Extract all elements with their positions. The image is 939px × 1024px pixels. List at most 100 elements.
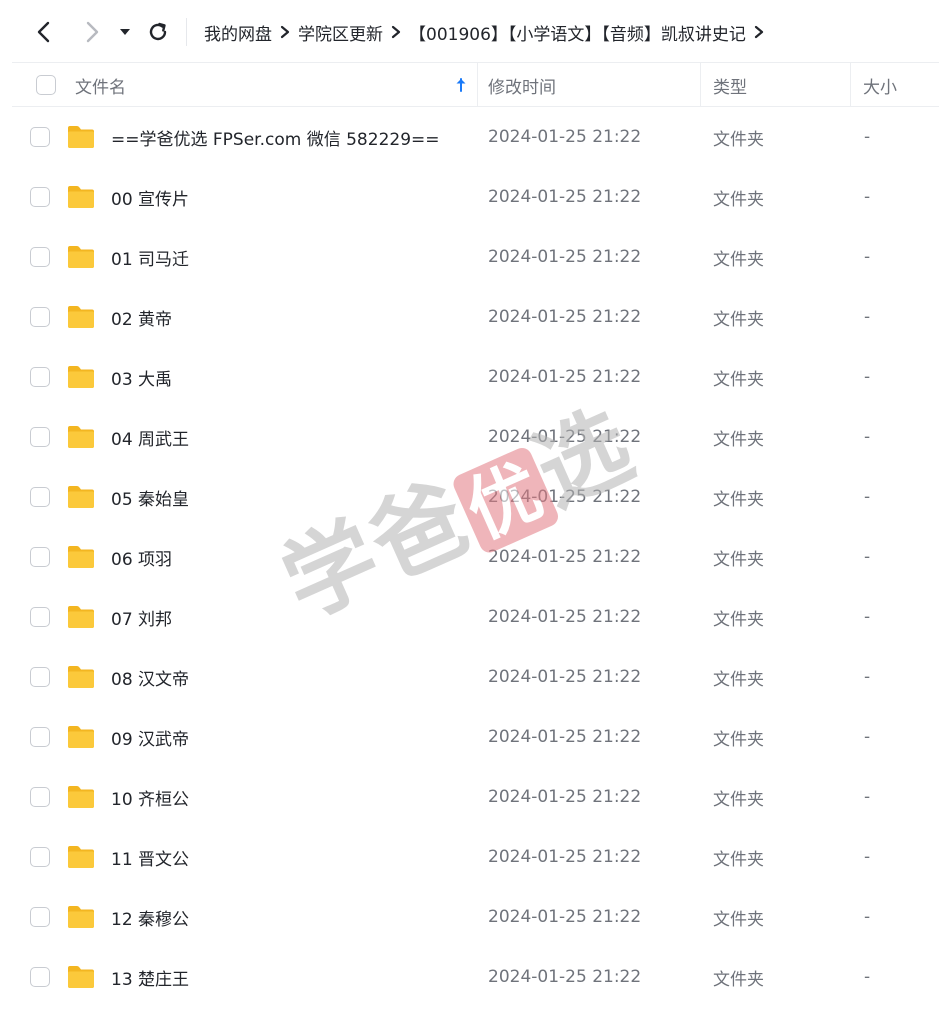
file-row[interactable]: 08 汉文帝 2024-01-25 21:22 文件夹 -: [12, 647, 939, 707]
column-divider[interactable]: [850, 63, 851, 107]
folder-icon: [66, 287, 96, 347]
column-divider[interactable]: [477, 63, 478, 107]
file-type: 文件夹: [713, 549, 764, 570]
row-checkbox[interactable]: [30, 187, 50, 207]
select-all-checkbox[interactable]: [36, 75, 56, 95]
history-dropdown-button[interactable]: [110, 16, 140, 48]
file-name[interactable]: 00 宣传片: [111, 167, 189, 227]
folder-icon: [66, 887, 96, 947]
file-name[interactable]: 02 黄帝: [111, 287, 172, 347]
sort-up-arrow-icon[interactable]: [453, 63, 469, 107]
file-size: -: [864, 307, 871, 327]
column-header-type[interactable]: 类型: [713, 63, 747, 107]
file-type: 文件夹: [713, 909, 764, 930]
file-type: 文件夹: [713, 369, 764, 390]
chevron-right-icon: [272, 22, 298, 42]
file-size: -: [864, 967, 871, 987]
row-checkbox[interactable]: [30, 787, 50, 807]
file-type: 文件夹: [713, 669, 764, 690]
file-size: -: [864, 427, 871, 447]
file-row[interactable]: ==学爸优选 FPSer.com 微信 582229== 2024-01-25 2…: [12, 107, 939, 167]
row-checkbox[interactable]: [30, 727, 50, 747]
file-name[interactable]: 04 周武王: [111, 407, 189, 467]
row-checkbox-cell: [30, 347, 50, 407]
column-header-name[interactable]: 文件名: [75, 63, 126, 107]
row-checkbox[interactable]: [30, 427, 50, 447]
row-checkbox[interactable]: [30, 247, 50, 267]
row-checkbox-cell: [30, 467, 50, 527]
file-row[interactable]: 11 晋文公 2024-01-25 21:22 文件夹 -: [12, 827, 939, 887]
row-checkbox[interactable]: [30, 367, 50, 387]
column-header-size[interactable]: 大小: [863, 63, 897, 107]
file-row[interactable]: 01 司马迁 2024-01-25 21:22 文件夹 -: [12, 227, 939, 287]
file-name[interactable]: 05 秦始皇: [111, 467, 189, 527]
row-checkbox[interactable]: [30, 847, 50, 867]
file-mtime: 2024-01-25 21:22: [488, 367, 642, 387]
file-name[interactable]: 10 齐桓公: [111, 767, 189, 827]
back-button[interactable]: [28, 16, 60, 48]
folder-icon: [66, 107, 96, 167]
file-row[interactable]: 13 楚庄王 2024-01-25 21:22 文件夹 -: [12, 947, 939, 1007]
file-mtime: 2024-01-25 21:22: [488, 907, 642, 927]
file-type: 文件夹: [713, 729, 764, 750]
row-checkbox-cell: [30, 527, 50, 587]
breadcrumb-item-current[interactable]: 【001906】【小学语文】【音频】凯叔讲史记: [409, 20, 746, 45]
file-name[interactable]: 07 刘邦: [111, 587, 172, 647]
file-row[interactable]: 05 秦始皇 2024-01-25 21:22 文件夹 -: [12, 467, 939, 527]
file-row[interactable]: 00 宣传片 2024-01-25 21:22 文件夹 -: [12, 167, 939, 227]
file-row[interactable]: 06 项羽 2024-01-25 21:22 文件夹 -: [12, 527, 939, 587]
folder-icon: [66, 707, 96, 767]
file-row[interactable]: 03 大禹 2024-01-25 21:22 文件夹 -: [12, 347, 939, 407]
row-checkbox[interactable]: [30, 547, 50, 567]
file-type: 文件夹: [713, 969, 764, 990]
file-name[interactable]: ==学爸优选 FPSer.com 微信 582229==: [111, 107, 440, 167]
row-checkbox[interactable]: [30, 967, 50, 987]
file-row[interactable]: 02 黄帝 2024-01-25 21:22 文件夹 -: [12, 287, 939, 347]
file-name[interactable]: 08 汉文帝: [111, 647, 189, 707]
file-size: -: [864, 127, 871, 147]
file-name[interactable]: 01 司马迁: [111, 227, 189, 287]
file-mtime: 2024-01-25 21:22: [488, 127, 642, 147]
file-mtime: 2024-01-25 21:22: [488, 247, 642, 267]
back-arrow-icon: [37, 21, 50, 43]
file-name[interactable]: 03 大禹: [111, 347, 172, 407]
column-divider[interactable]: [700, 63, 701, 107]
row-checkbox-cell: [30, 107, 50, 167]
file-size: -: [864, 547, 871, 567]
breadcrumb-item-root[interactable]: 我的网盘: [204, 20, 272, 45]
file-size: -: [864, 487, 871, 507]
row-checkbox[interactable]: [30, 307, 50, 327]
file-row[interactable]: 04 周武王 2024-01-25 21:22 文件夹 -: [12, 407, 939, 467]
file-row[interactable]: 09 汉武帝 2024-01-25 21:22 文件夹 -: [12, 707, 939, 767]
file-name[interactable]: 11 晋文公: [111, 827, 189, 887]
row-checkbox[interactable]: [30, 907, 50, 927]
file-row[interactable]: 10 齐桓公 2024-01-25 21:22 文件夹 -: [12, 767, 939, 827]
row-checkbox[interactable]: [30, 667, 50, 687]
row-checkbox-cell: [30, 587, 50, 647]
file-row[interactable]: 12 秦穆公 2024-01-25 21:22 文件夹 -: [12, 887, 939, 947]
file-type: 文件夹: [713, 189, 764, 210]
file-name[interactable]: 12 秦穆公: [111, 887, 189, 947]
folder-icon: [66, 767, 96, 827]
folder-icon: [66, 947, 96, 1007]
column-header-mtime[interactable]: 修改时间: [488, 63, 556, 107]
breadcrumb-item-college[interactable]: 学院区更新: [298, 20, 383, 45]
folder-icon: [66, 167, 96, 227]
row-checkbox[interactable]: [30, 487, 50, 507]
refresh-button[interactable]: [142, 16, 174, 48]
file-size: -: [864, 367, 871, 387]
dropdown-caret-icon: [120, 29, 130, 35]
folder-icon: [66, 347, 96, 407]
file-name[interactable]: 06 项羽: [111, 527, 172, 587]
file-type: 文件夹: [713, 609, 764, 630]
row-checkbox[interactable]: [30, 607, 50, 627]
forward-button[interactable]: [76, 16, 108, 48]
file-row[interactable]: 07 刘邦 2024-01-25 21:22 文件夹 -: [12, 587, 939, 647]
row-checkbox-cell: [30, 167, 50, 227]
file-name[interactable]: 13 楚庄王: [111, 947, 189, 1007]
chevron-right-icon[interactable]: [746, 22, 772, 42]
row-checkbox-cell: [30, 827, 50, 887]
file-name[interactable]: 09 汉武帝: [111, 707, 189, 767]
row-checkbox-cell: [30, 707, 50, 767]
row-checkbox[interactable]: [30, 127, 50, 147]
